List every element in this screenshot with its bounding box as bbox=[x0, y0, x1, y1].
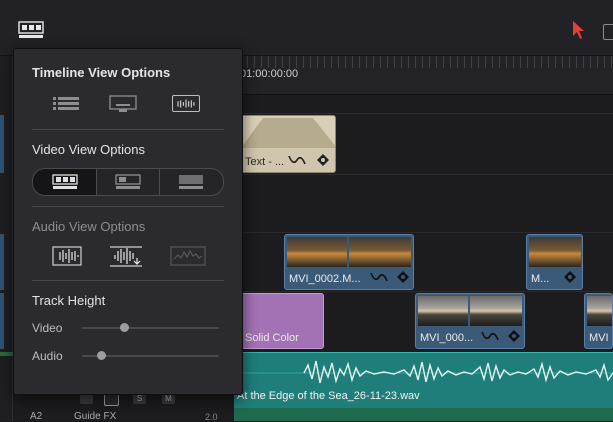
track-divider bbox=[240, 174, 613, 175]
filmstrip-view-button[interactable] bbox=[33, 169, 96, 195]
clip-thumbnail bbox=[349, 237, 411, 267]
waveform-levels-icon[interactable] bbox=[109, 246, 143, 268]
thumbnail-icon bbox=[115, 174, 141, 189]
keyframe-icon[interactable] bbox=[563, 271, 577, 283]
section-divider bbox=[32, 206, 224, 207]
timeline-view-options-popup: Timeline View Options Video View Options bbox=[13, 48, 243, 395]
audio-clip-lower[interactable] bbox=[234, 408, 613, 421]
waveform-full-icon[interactable] bbox=[170, 246, 206, 266]
clip-name: MVI_000... bbox=[420, 332, 474, 344]
audio-view-options-title: Audio View Options bbox=[32, 219, 146, 234]
clip-thumbnail bbox=[470, 296, 522, 326]
video-clip[interactable]: MVI_000... bbox=[415, 293, 525, 349]
filmstrip-icon bbox=[52, 174, 78, 189]
video-height-slider[interactable] bbox=[82, 327, 219, 329]
video-clip[interactable]: MVI bbox=[584, 293, 613, 349]
clip-name: MVI_0002.M... bbox=[289, 273, 361, 285]
keyframe-curve-icon[interactable] bbox=[369, 271, 411, 283]
audio-height-slider-handle[interactable] bbox=[97, 351, 107, 360]
video-clip[interactable]: MVI_0002.M... bbox=[284, 234, 414, 290]
simple-view-icon bbox=[179, 175, 203, 189]
video-height-label: Video bbox=[32, 321, 63, 335]
track-divider bbox=[240, 232, 613, 233]
video-height-slider-handle[interactable] bbox=[120, 323, 130, 332]
audio-height-label: Audio bbox=[32, 349, 63, 363]
track-color-strip bbox=[0, 293, 4, 349]
solid-color-clip[interactable]: Solid Color bbox=[240, 293, 324, 349]
section-divider bbox=[32, 280, 224, 281]
ruler-timecode: 01:00:00:00 bbox=[240, 68, 299, 80]
video-clip[interactable]: M... bbox=[526, 234, 583, 290]
simple-view-button[interactable] bbox=[159, 169, 222, 195]
selection-pointer-icon[interactable] bbox=[571, 20, 585, 40]
stacked-timelines-icon[interactable] bbox=[52, 95, 80, 112]
track-name[interactable]: Guide FX bbox=[74, 411, 116, 422]
track-height-title: Track Height bbox=[32, 293, 106, 308]
audio-waveform bbox=[234, 360, 613, 384]
timeline-view-options-title: Timeline View Options bbox=[32, 65, 171, 80]
keyframe-curve-icon[interactable] bbox=[287, 154, 331, 166]
waveform-view-icon[interactable] bbox=[52, 246, 82, 266]
track-divider bbox=[240, 113, 613, 114]
video-view-segmented-control bbox=[32, 168, 224, 196]
section-divider bbox=[32, 129, 224, 130]
clip-name: M... bbox=[531, 273, 550, 285]
text-clip[interactable]: Text - ... bbox=[240, 115, 336, 173]
track-number: A2 bbox=[30, 411, 43, 422]
text-clip-thumbnail bbox=[241, 116, 335, 148]
clip-name: MVI bbox=[589, 332, 609, 344]
clip-name: Solid Color bbox=[245, 332, 299, 344]
thumbnail-view-button[interactable] bbox=[96, 169, 159, 195]
audio-waveforms-icon[interactable] bbox=[172, 95, 200, 112]
clip-thumbnail bbox=[418, 296, 468, 326]
track-color-strip bbox=[0, 234, 4, 290]
timeline-view-options-button[interactable] bbox=[18, 21, 44, 39]
clip-thumbnail bbox=[241, 116, 335, 148]
video-view-options-title: Video View Options bbox=[32, 142, 145, 157]
audio-clip-name: At the Edge of the Sea_26-11-23.wav bbox=[237, 390, 420, 402]
track-divider bbox=[240, 291, 613, 292]
keyframe-curve-icon[interactable] bbox=[480, 330, 522, 342]
clip-thumbnail bbox=[287, 237, 347, 267]
clip-name: Text - ... bbox=[245, 156, 285, 168]
clip-thumbnail bbox=[529, 237, 581, 267]
track-color-strip bbox=[0, 115, 4, 173]
subtitle-tracks-icon[interactable] bbox=[109, 95, 137, 112]
trim-mode-icon[interactable] bbox=[603, 24, 613, 40]
ruler-ticks bbox=[240, 56, 613, 68]
clip-thumbnail bbox=[587, 296, 612, 326]
